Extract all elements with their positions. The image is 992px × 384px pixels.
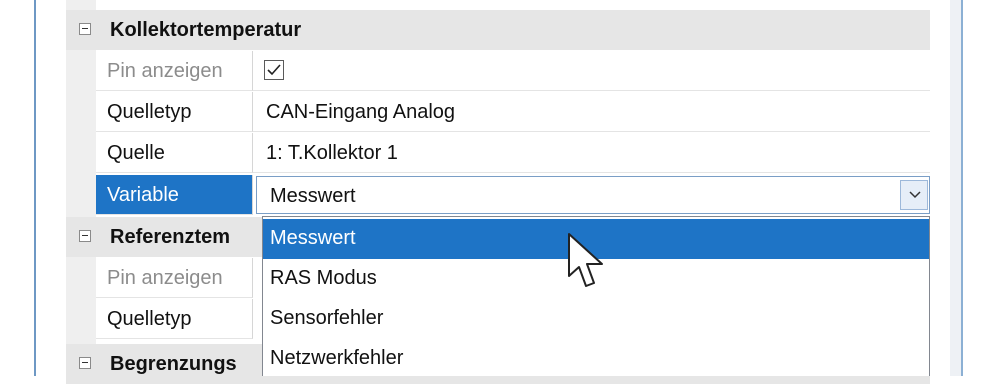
window-border-right: [961, 0, 963, 376]
dropdown-option[interactable]: Netzwerkfehler: [263, 339, 929, 379]
property-label: Quelletyp: [107, 101, 192, 123]
combobox-dropdown-button[interactable]: [900, 180, 928, 210]
option-label: Netzwerkfehler: [270, 347, 404, 369]
property-value-text: 1: T.Kollektor 1: [266, 142, 398, 164]
property-value-text: CAN-Eingang Analog: [266, 101, 456, 123]
property-label: Pin anzeigen: [107, 267, 223, 289]
checkmark-icon: [267, 64, 281, 76]
mouse-cursor-icon: [568, 233, 603, 287]
property-name: Variable: [96, 175, 253, 215]
property-value[interactable]: CAN-Eingang Analog: [253, 92, 930, 132]
chevron-down-icon: [909, 191, 921, 199]
property-name: Quelletyp: [96, 92, 253, 132]
option-label: Sensorfehler: [270, 307, 384, 329]
property-value[interactable]: 1: T.Kollektor 1: [253, 133, 930, 173]
property-value: [253, 51, 930, 91]
row-quelletyp[interactable]: Quelletyp CAN-Eingang Analog: [96, 92, 930, 132]
category-kollektortemperatur[interactable]: Kollektortemperatur: [66, 10, 930, 50]
dropdown-option[interactable]: Sensorfehler: [263, 299, 929, 339]
category-label: Begrenzungs: [110, 353, 237, 375]
grid-right-margin: [950, 0, 961, 376]
category-label: Kollektortemperatur: [110, 19, 302, 41]
property-label: Quelle: [107, 142, 165, 164]
pin-anzeigen-checkbox[interactable]: [264, 60, 284, 80]
property-label: Quelletyp: [107, 308, 192, 330]
property-label: Pin anzeigen: [107, 60, 223, 82]
option-label: RAS Modus: [270, 267, 377, 289]
row-pin-anzeigen[interactable]: Pin anzeigen: [96, 51, 930, 91]
collapse-icon[interactable]: [79, 230, 91, 242]
property-name: Pin anzeigen: [96, 51, 253, 91]
option-label: Messwert: [270, 227, 356, 249]
collapse-icon[interactable]: [79, 357, 91, 369]
collapse-icon[interactable]: [79, 23, 91, 35]
property-label: Variable: [107, 184, 179, 206]
category-label: Referenztem: [110, 226, 231, 248]
property-name: Quelle: [96, 133, 253, 173]
variable-combobox[interactable]: Messwert: [256, 176, 930, 214]
property-name: Quelletyp: [96, 299, 253, 339]
row-quelle[interactable]: Quelle 1: T.Kollektor 1: [96, 133, 930, 173]
combobox-value: Messwert: [270, 185, 356, 207]
property-name: Pin anzeigen: [96, 258, 253, 298]
property-grid-gutter: [66, 0, 96, 376]
